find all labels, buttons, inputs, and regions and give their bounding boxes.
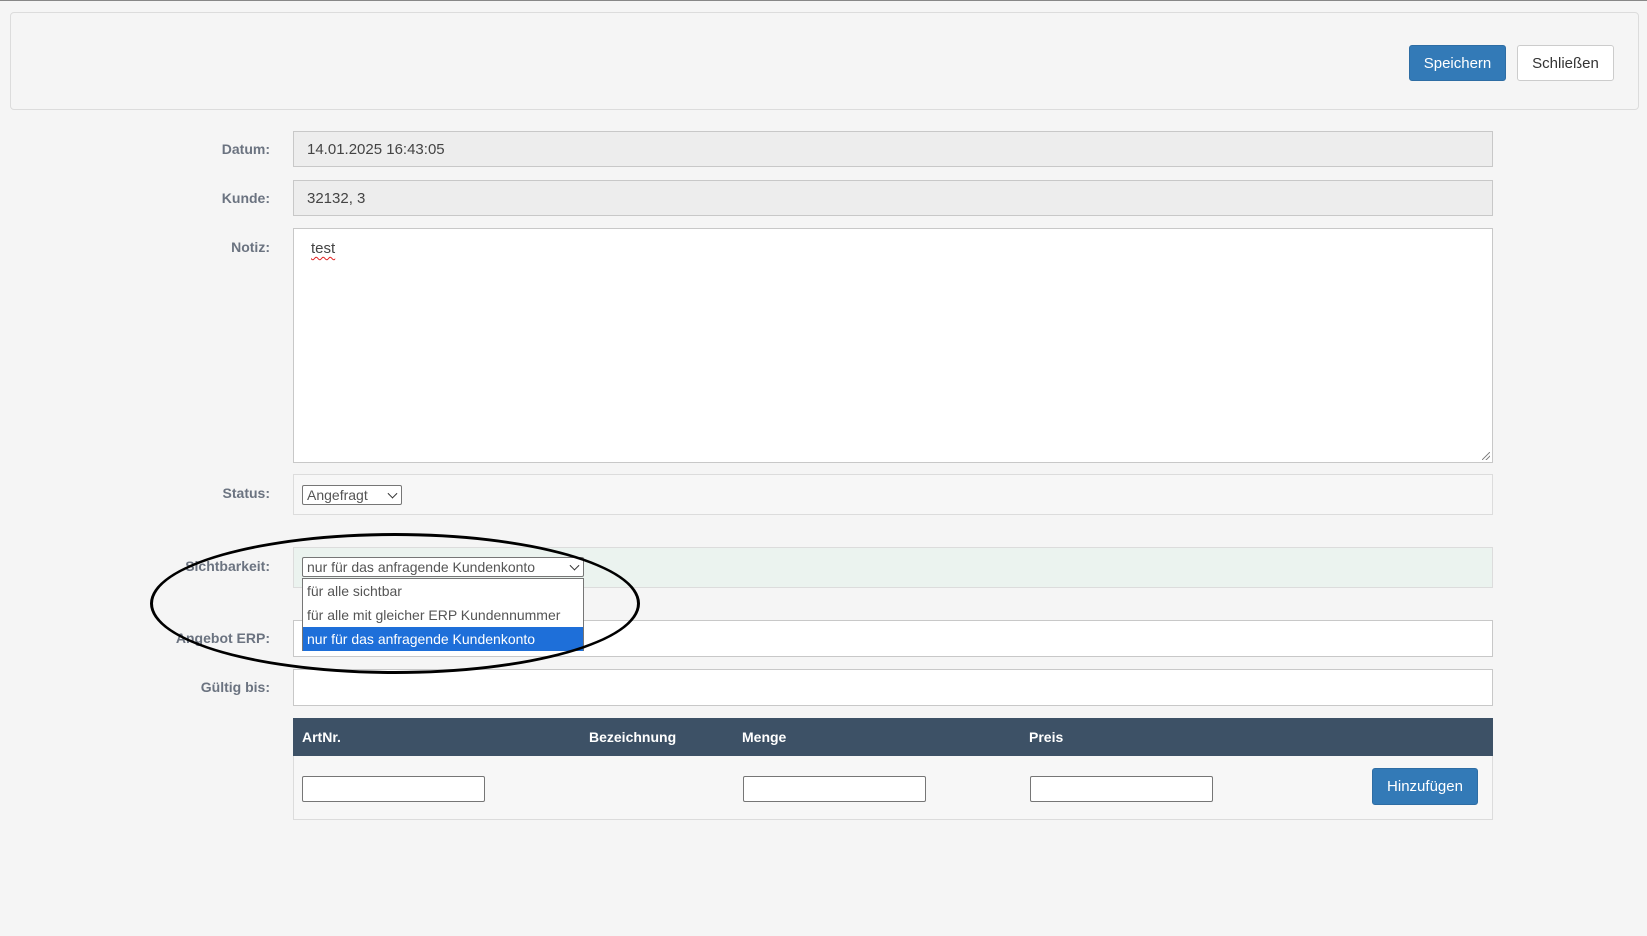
status-panel: Angefragt xyxy=(293,474,1493,515)
datum-label: Datum: xyxy=(221,141,270,157)
header-bezeichnung: Bezeichnung xyxy=(589,729,677,745)
sichtbarkeit-label: Sichtbarkeit: xyxy=(185,558,270,574)
chevron-down-icon xyxy=(387,488,398,499)
sichtbarkeit-select[interactable]: nur für das anfragende Kundenkonto xyxy=(302,557,584,577)
sichtbarkeit-dropdown-list: für alle sichtbar für alle mit gleicher … xyxy=(302,578,584,651)
angebot-erp-label: Angebot ERP: xyxy=(175,630,270,646)
gueltig-bis-label: Gültig bis: xyxy=(200,679,270,695)
preis-input[interactable] xyxy=(1030,776,1213,802)
header-artnr: ArtNr. xyxy=(302,729,341,745)
resize-handle-icon[interactable] xyxy=(1482,452,1490,460)
datum-field[interactable]: 14.01.2025 16:43:05 xyxy=(293,131,1493,167)
items-table-header: ArtNr. Bezeichnung Menge Preis xyxy=(293,718,1493,756)
save-button[interactable]: Speichern xyxy=(1409,45,1506,81)
add-item-button[interactable]: Hinzufügen xyxy=(1372,768,1478,805)
sichtbarkeit-option-all[interactable]: für alle sichtbar xyxy=(303,579,583,603)
kunde-field[interactable]: 32132, 3 xyxy=(293,180,1493,216)
datum-value: 14.01.2025 16:43:05 xyxy=(307,140,445,158)
chevron-down-icon xyxy=(569,560,580,571)
header-menge: Menge xyxy=(742,729,787,745)
sichtbarkeit-option-erp[interactable]: für alle mit gleicher ERP Kundennummer xyxy=(303,603,583,627)
menge-input[interactable] xyxy=(743,776,926,802)
sichtbarkeit-option-account[interactable]: nur für das anfragende Kundenkonto xyxy=(303,627,583,651)
notiz-textarea[interactable]: test xyxy=(293,228,1493,463)
kunde-value: 32132, 3 xyxy=(307,189,366,207)
toolbar: Speichern Schließen xyxy=(10,12,1639,110)
close-button[interactable]: Schließen xyxy=(1517,45,1614,81)
status-select[interactable]: Angefragt xyxy=(302,485,402,505)
gueltig-bis-input[interactable] xyxy=(293,669,1493,706)
items-table-row: Hinzufügen xyxy=(293,756,1493,820)
kunde-label: Kunde: xyxy=(221,190,270,206)
page: Speichern Schließen Datum: 14.01.2025 16… xyxy=(0,0,1647,936)
sichtbarkeit-selected-value: nur für das anfragende Kundenkonto xyxy=(307,559,536,575)
top-border xyxy=(0,0,1647,1)
status-label: Status: xyxy=(222,485,270,501)
header-preis: Preis xyxy=(1029,729,1064,745)
artnr-input[interactable] xyxy=(302,776,485,802)
notiz-value: test xyxy=(311,240,336,257)
status-selected-value: Angefragt xyxy=(307,487,368,503)
notiz-label: Notiz: xyxy=(231,239,270,255)
